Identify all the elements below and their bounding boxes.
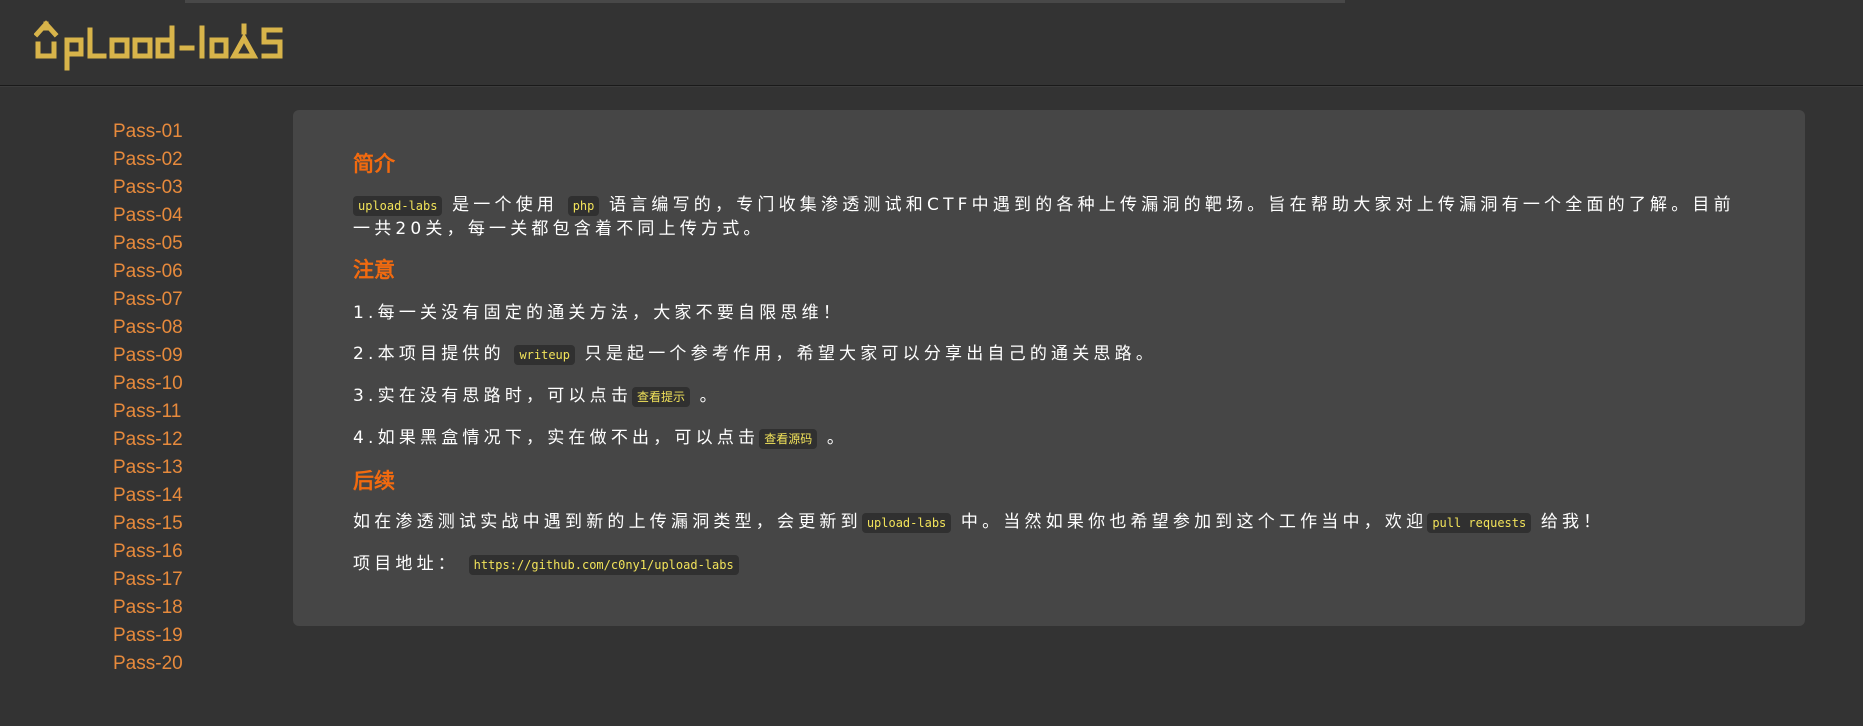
sidebar-item-pass-20[interactable]: Pass-20 [113,650,253,678]
note-1: 1.每一关没有固定的通关方法，大家不要自限思维！ [353,303,845,323]
project-address-label: 项目地址： [353,554,459,574]
notes-heading: 注意 [353,258,395,282]
intro-panel: 简介 upload-labs 是一个使用 php 语言编写的，专门收集渗透测试和… [293,110,1805,626]
intro-text-2: 语言编写的，专门收集渗透测试和CTF中遇到的各种上传漏洞的靶场。旨在帮助大家对上… [353,195,1735,239]
sidebar-item-pass-19[interactable]: Pass-19 [113,622,253,650]
note-4-pre: 4.如果黑盒情况下，实在做不出，可以点击 [353,428,760,448]
sidebar-item-pass-15[interactable]: Pass-15 [113,510,253,538]
project-address: 项目地址： https://github.com/c0ny1/upload-la… [353,553,1753,577]
sidebar-item-pass-18[interactable]: Pass-18 [113,594,253,622]
view-source-link[interactable]: 查看源码 [759,429,818,449]
sidebar-item-pass-09[interactable]: Pass-09 [113,342,253,370]
sidebar-item-pass-05[interactable]: Pass-05 [113,230,253,258]
code-pull-requests: pull requests [1427,513,1532,533]
sidebar-item-pass-08[interactable]: Pass-08 [113,314,253,342]
sidebar-item-pass-07[interactable]: Pass-07 [113,286,253,314]
sidebar-item-pass-01[interactable]: Pass-01 [113,118,253,146]
followup-text-3: 给我！ [1540,512,1605,532]
note-3-post: 。 [699,386,721,406]
view-hint-link[interactable]: 查看提示 [632,387,691,407]
note-2-pre: 2.本项目提供的 [353,344,505,364]
sidebar-item-pass-14[interactable]: Pass-14 [113,482,253,510]
sidebar-item-pass-10[interactable]: Pass-10 [113,370,253,398]
note-4-post: 。 [826,428,849,448]
sidebar-item-pass-16[interactable]: Pass-16 [113,538,253,566]
code-upload-labs: upload-labs [353,196,443,216]
sidebar-item-pass-06[interactable]: Pass-06 [113,258,253,286]
followup-paragraph: 如在渗透测试实战中遇到新的上传漏洞类型，会更新到 upload-labs 中。当然… [353,511,1753,535]
sidebar-item-pass-12[interactable]: Pass-12 [113,426,253,454]
code-php: php [567,196,600,216]
sidebar-item-pass-13[interactable]: Pass-13 [113,454,253,482]
intro-content: 简介 upload-labs 是一个使用 php 语言编写的，专门收集渗透测试和… [353,148,1753,577]
followup-heading: 后续 [353,469,395,493]
pass-list: Pass-01 Pass-02 Pass-03 Pass-04 Pass-05 Pass-… [113,118,253,678]
note-3-pre: 3.实在没有思路时，可以点击 [353,386,633,406]
sidebar-item-pass-02[interactable]: Pass-02 [113,146,253,174]
followup-text-2: 中。当然如果你也希望参加到这个工作当中，欢迎 [960,512,1428,532]
sidebar-item-pass-04[interactable]: Pass-04 [113,202,253,230]
top-bar [0,0,1863,86]
intro-heading: 简介 [353,152,395,176]
note-2: 2.本项目提供的 writeup 只是起一个参考作用，希望大家可以分享出自己的通… [353,343,1753,367]
code-upload-labs-2: upload-labs [861,513,952,533]
project-url-link[interactable]: https://github.com/c0ny1/upload-labs [468,555,739,575]
sidebar-item-pass-11[interactable]: Pass-11 [113,398,253,426]
code-writeup: writeup [514,345,576,365]
intro-paragraph: upload-labs 是一个使用 php 语言编写的，专门收集渗透测试和CTF… [353,194,1753,241]
note-3: 3.实在没有思路时，可以点击 查看提示 。 [353,385,1753,409]
intro-text-1: 是一个使用 [452,195,559,215]
upload-labs-logo[interactable] [34,18,314,74]
note-2-post: 只是起一个参考作用，希望大家可以分享出自己的通关思路。 [584,344,1158,364]
sidebar-item-pass-03[interactable]: Pass-03 [113,174,253,202]
top-scroll-strip [185,0,1345,3]
sidebar-item-pass-17[interactable]: Pass-17 [113,566,253,594]
note-4: 4.如果黑盒情况下，实在做不出，可以点击 查看源码 。 [353,427,1753,451]
followup-text-1: 如在渗透测试实战中遇到新的上传漏洞类型，会更新到 [353,512,862,532]
